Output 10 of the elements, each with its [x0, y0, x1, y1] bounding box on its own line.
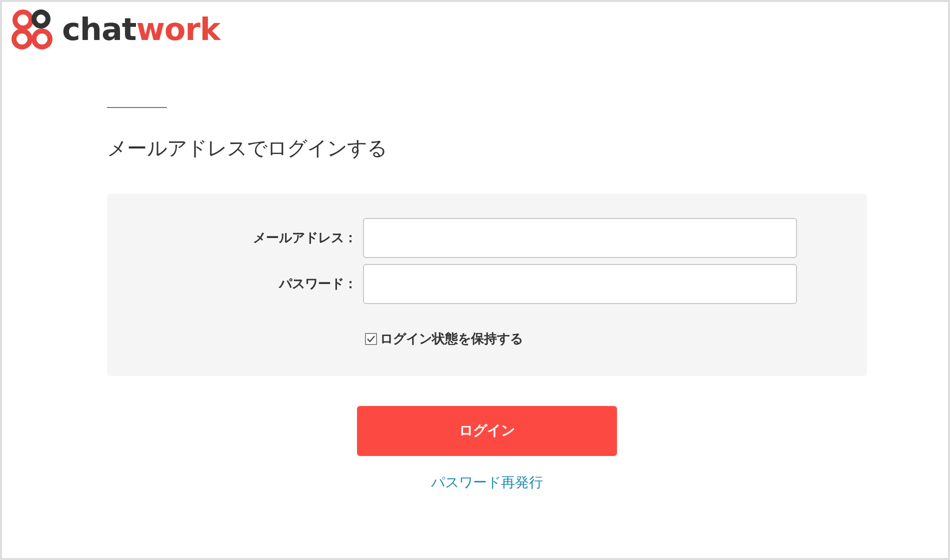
password-reset-link[interactable]: パスワード再発行 [357, 474, 617, 492]
login-button[interactable]: ログイン [357, 406, 617, 456]
page-heading: メールアドレスでログインする [107, 135, 388, 162]
checkbox-label: ログイン状態を保持する [380, 330, 523, 348]
input-field[interactable] [363, 264, 797, 304]
field-label: メールアドレス： [252, 230, 357, 247]
logo-text: chatwork [62, 12, 220, 48]
field-label: パスワード： [278, 276, 357, 293]
input-field[interactable] [363, 218, 797, 258]
checkbox[interactable] [365, 333, 377, 345]
